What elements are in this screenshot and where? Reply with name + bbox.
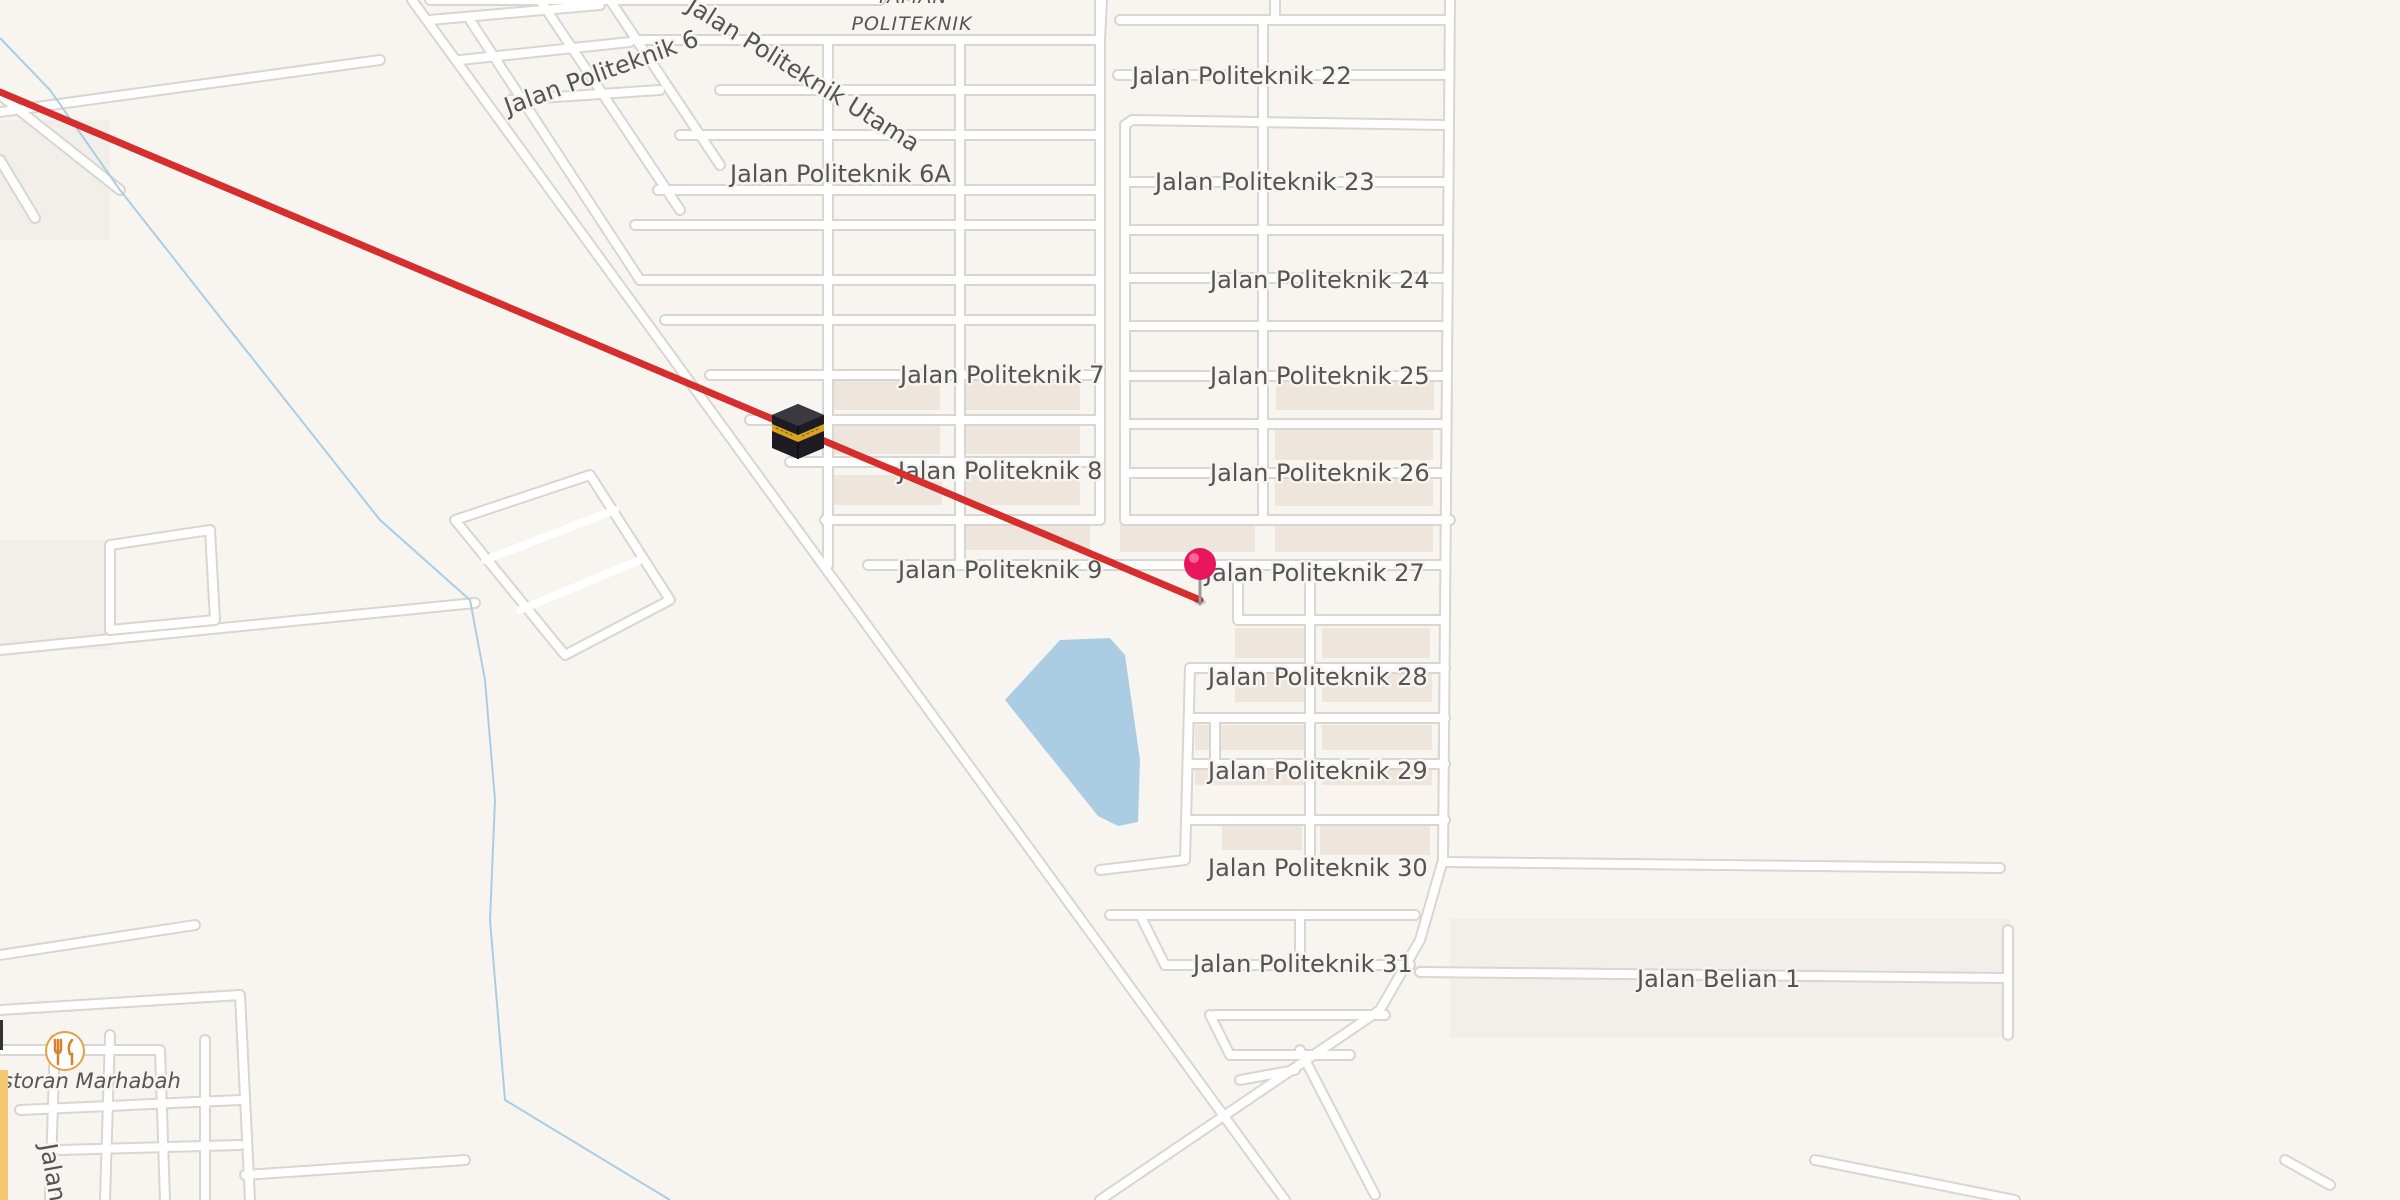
street-label: Jalan Politeknik 7 bbox=[898, 361, 1104, 389]
street-label: Jalan Politeknik 9 bbox=[896, 556, 1102, 584]
restaurant-label: storan Marhabah bbox=[2, 1069, 181, 1093]
edge-marker-fragment bbox=[0, 1020, 3, 1050]
map-view[interactable]: Jalan Politeknik 6 Jalan Politeknik Utam… bbox=[0, 0, 2400, 1200]
street-label: Jalan Politeknik 27 bbox=[1203, 559, 1425, 587]
street-label: Jalan Politeknik 23 bbox=[1153, 168, 1375, 196]
fork-knife-icon bbox=[45, 1031, 85, 1071]
street-label: Jalan Politeknik 29 bbox=[1206, 757, 1428, 785]
street-label: Jalan Politeknik 25 bbox=[1208, 362, 1430, 390]
kaaba-icon[interactable] bbox=[772, 404, 824, 459]
area-label-line1: TAMAN bbox=[876, 0, 947, 8]
map-canvas[interactable]: Jalan Politeknik 6 Jalan Politeknik Utam… bbox=[0, 0, 2400, 1200]
street-label: Jalan Politeknik 6A bbox=[728, 160, 951, 188]
major-road-edge bbox=[0, 1070, 8, 1200]
area-label-line2: POLITEKNIK bbox=[852, 13, 973, 35]
street-label: Jalan Politeknik 26 bbox=[1208, 459, 1430, 487]
street-label: Jalan Politeknik 28 bbox=[1206, 663, 1428, 691]
street-label: Jalan Politeknik 30 bbox=[1206, 854, 1428, 882]
street-label: Jalan Politeknik 22 bbox=[1130, 62, 1352, 90]
street-label: Jalan Belian 1 bbox=[1635, 965, 1800, 993]
street-label: Jalan Politeknik 24 bbox=[1208, 266, 1430, 294]
street-label: Jalan Politeknik 31 bbox=[1191, 950, 1413, 978]
